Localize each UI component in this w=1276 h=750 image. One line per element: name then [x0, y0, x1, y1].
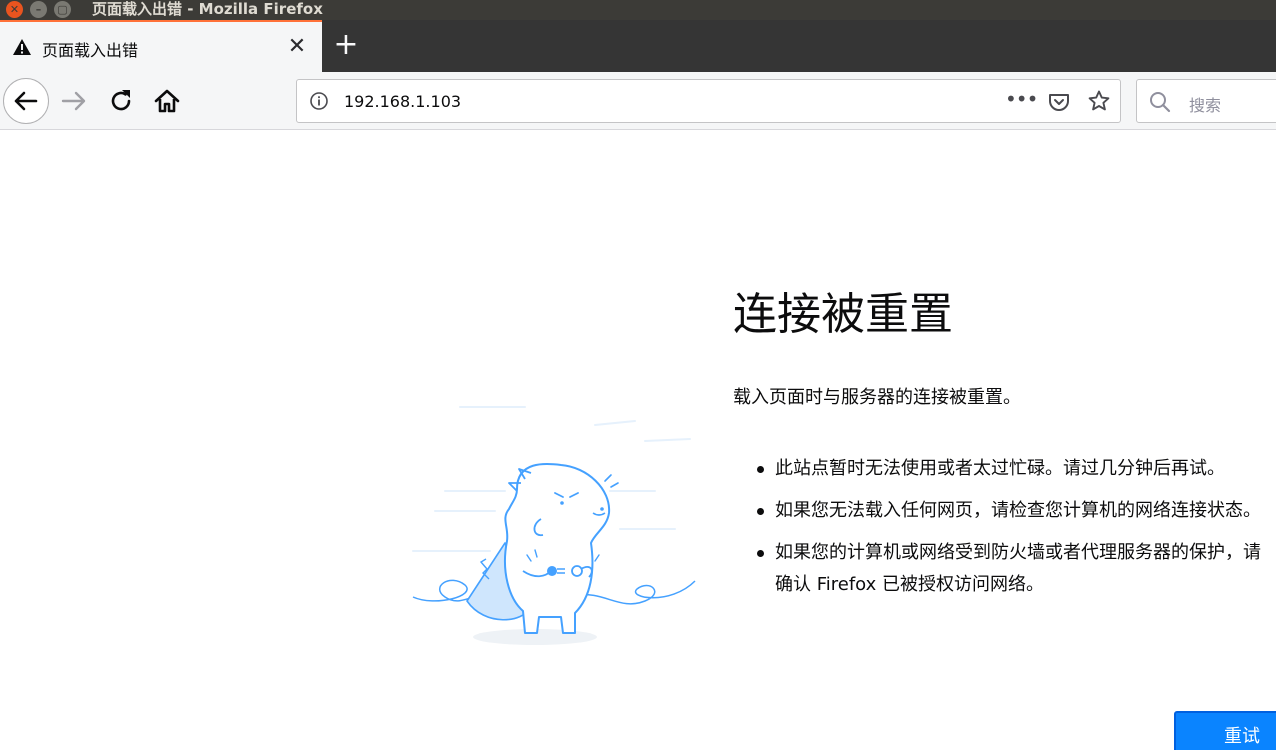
list-item: 此站点暂时无法使用或者太过忙碌。请过几分钟后再试。 — [752, 453, 1275, 485]
window-titlebar: ✕ – ▢ 页面载入出错 - Mozilla Firefox — [0, 0, 1276, 20]
warning-icon — [13, 39, 31, 55]
search-icon — [1150, 92, 1171, 113]
search-bar[interactable]: 搜索 — [1136, 79, 1276, 123]
minimize-icon: – — [35, 3, 42, 16]
tab-strip: 页面载入出错 ✕ + — [0, 20, 1276, 72]
tab-error-page[interactable]: 页面载入出错 ✕ — [0, 20, 322, 72]
retry-button[interactable]: 重试 — [1174, 711, 1276, 750]
window-title: 页面载入出错 - Mozilla Firefox — [92, 0, 323, 18]
tab-label: 页面载入出错 — [42, 41, 139, 60]
navigation-toolbar: 192.168.1.103 ••• 搜索 — [0, 72, 1276, 130]
window-maximize-button[interactable]: ▢ — [54, 1, 71, 18]
reload-icon[interactable] — [105, 85, 137, 117]
error-page-content: 连接被重置 载入页面时与服务器的连接被重置。 此站点暂时无法使用或者太过忙碌。请… — [0, 131, 1276, 750]
tab-close-icon[interactable]: ✕ — [284, 34, 310, 60]
maximize-icon: ▢ — [57, 3, 68, 16]
window-close-button[interactable]: ✕ — [6, 1, 23, 18]
new-tab-button[interactable]: + — [330, 30, 362, 62]
home-icon[interactable] — [151, 85, 183, 117]
error-description: 载入页面时与服务器的连接被重置。 — [733, 387, 1021, 408]
error-suggestions-list: 此站点暂时无法使用或者太过忙碌。请过几分钟后再试。 如果您无法载入任何网页，请检… — [752, 453, 1276, 611]
bookmark-star-icon[interactable] — [1087, 89, 1111, 113]
list-item: 如果您的计算机或网络受到防火墙或者代理服务器的保护，请确认 Firefox 已被… — [752, 537, 1275, 601]
forward-arrow-icon[interactable] — [58, 85, 90, 117]
dinosaur-illustration — [412, 406, 696, 645]
url-bar[interactable]: 192.168.1.103 ••• — [296, 79, 1121, 123]
back-button[interactable] — [3, 78, 49, 124]
page-actions-icon[interactable]: ••• — [1005, 86, 1038, 114]
pocket-icon[interactable] — [1047, 90, 1071, 114]
back-arrow-icon — [14, 91, 38, 111]
error-title: 连接被重置 — [733, 289, 953, 340]
info-icon[interactable] — [309, 91, 329, 111]
window-minimize-button[interactable]: – — [30, 1, 47, 18]
close-icon: ✕ — [9, 3, 20, 16]
list-item: 如果您无法载入任何网页，请检查您计算机的网络连接状态。 — [752, 495, 1275, 527]
search-placeholder: 搜索 — [1189, 96, 1222, 115]
url-text[interactable]: 192.168.1.103 — [344, 92, 461, 111]
